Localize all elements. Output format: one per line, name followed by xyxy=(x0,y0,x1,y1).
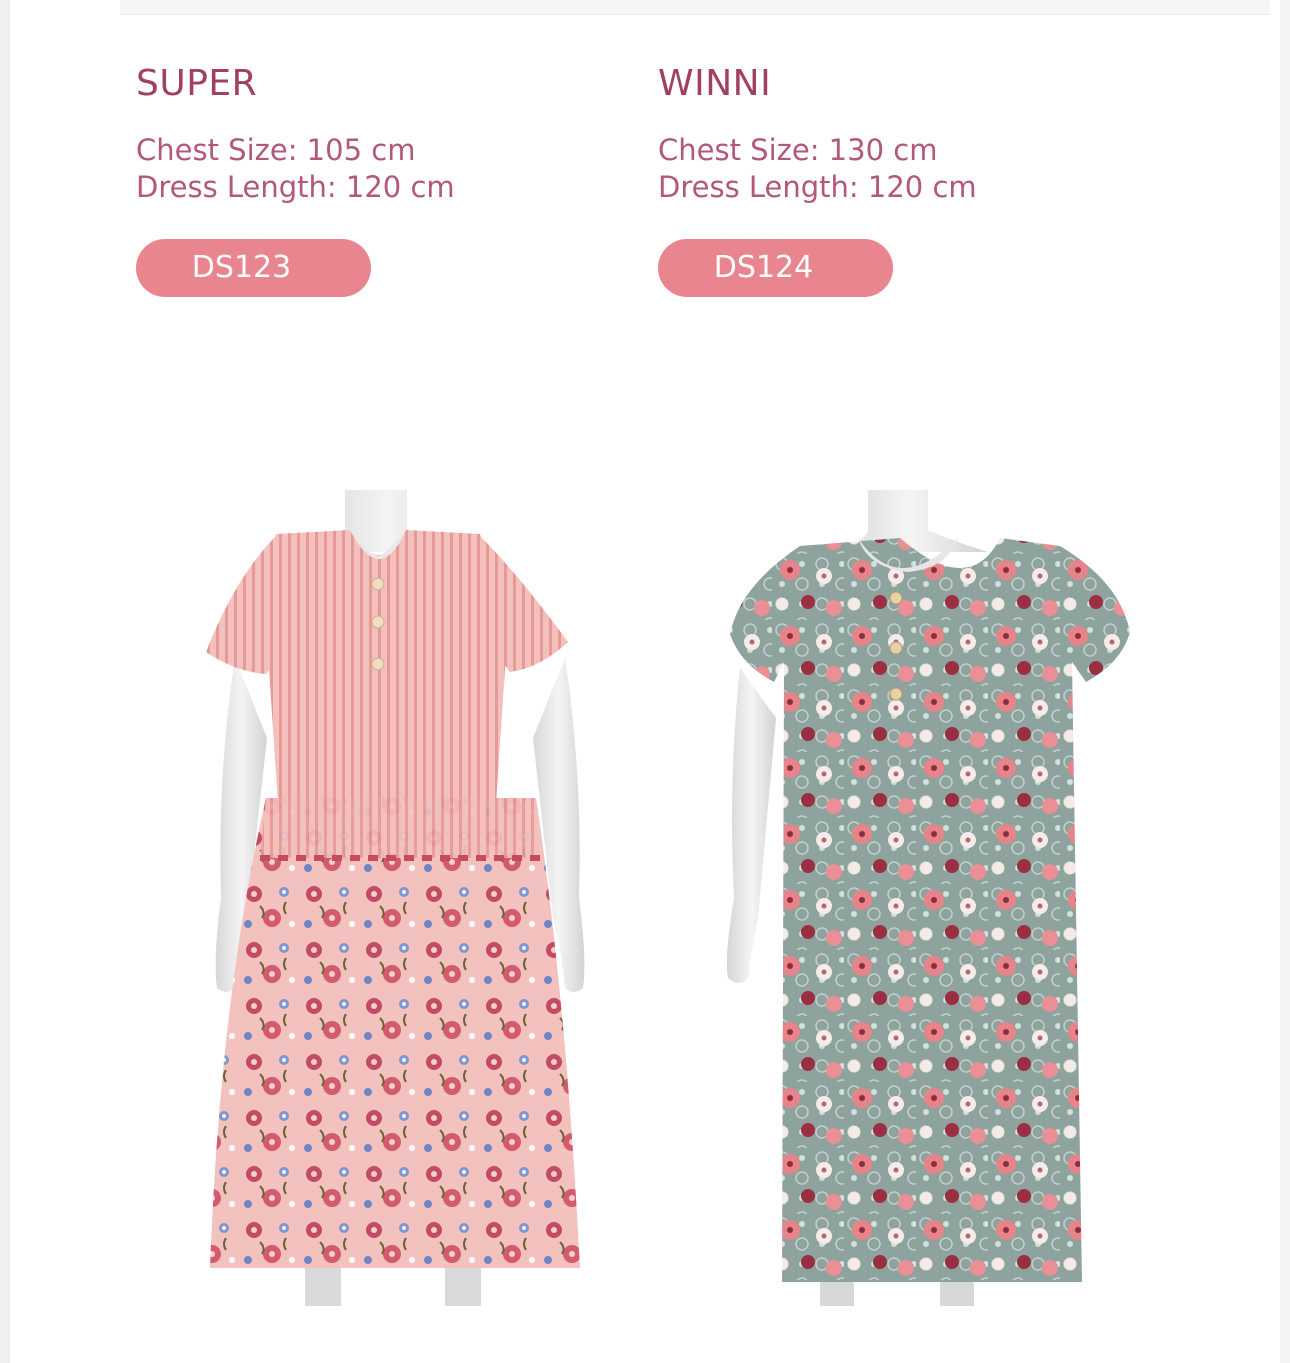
product-page: SUPER Chest Size: 105 cm Dress Length: 1… xyxy=(10,0,1287,1363)
product-name: SUPER xyxy=(136,63,258,104)
product-code-button[interactable]: DS123 xyxy=(136,239,371,297)
product-name: WINNI xyxy=(658,63,772,104)
top-divider xyxy=(120,0,1270,15)
product-specs: Chest Size: 105 cm Dress Length: 120 cm xyxy=(136,132,616,206)
dress-length: Dress Length: 120 cm xyxy=(136,170,455,204)
chest-size: Chest Size: 105 cm xyxy=(136,133,416,167)
product-specs: Chest Size: 130 cm Dress Length: 120 cm xyxy=(658,132,1138,206)
product-image-ds124[interactable] xyxy=(700,488,1140,1308)
product-code-button[interactable]: DS124 xyxy=(658,239,893,297)
chest-size: Chest Size: 130 cm xyxy=(658,133,938,167)
product-image-ds123[interactable] xyxy=(180,488,620,1308)
product-card-super: SUPER Chest Size: 105 cm Dress Length: 1… xyxy=(136,60,616,297)
dress-length: Dress Length: 120 cm xyxy=(658,170,977,204)
page-right-rail xyxy=(1280,0,1290,1363)
product-card-winni: WINNI Chest Size: 130 cm Dress Length: 1… xyxy=(658,60,1138,297)
